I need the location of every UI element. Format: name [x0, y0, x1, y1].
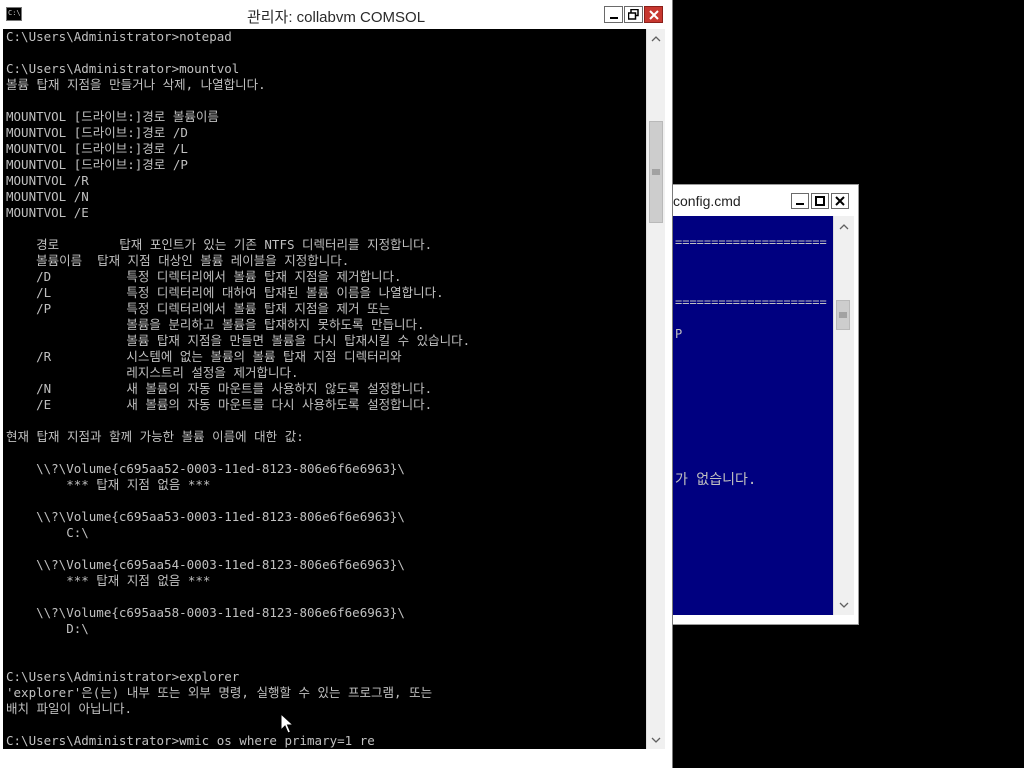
minimize-button[interactable]	[604, 6, 623, 23]
admin-console-window[interactable]: C:\ 관리자: collabvm COMSOL C:\Users\Admini…	[0, 0, 673, 768]
window-bottom-frame	[0, 749, 672, 768]
console-line: 볼륨 탑재 지점을 만들거나 삭제, 나열합니다.	[6, 77, 266, 92]
console-line: MOUNTVOL [드라이브:]경로 볼륨이름	[6, 109, 219, 124]
scroll-thumb[interactable]	[649, 121, 663, 223]
console-line: \\?\Volume{c695aa58-0003-11ed-8123-806e6…	[6, 605, 405, 620]
console-line: \\?\Volume{c695aa54-0003-11ed-8123-806e6…	[6, 557, 405, 572]
scroll-down-button[interactable]	[834, 596, 854, 613]
maximize-button[interactable]	[811, 193, 829, 209]
restore-icon	[628, 9, 639, 20]
console-line: 경로 탑재 포인트가 있는 기존 NTFS 디렉터리를 지정합니다.	[6, 237, 433, 252]
config-cmd-window[interactable]: config.cmd ===================== =======…	[668, 184, 859, 625]
console-line: MOUNTVOL /E	[6, 205, 89, 220]
command-input-line[interactable]: C:\Users\Administrator>wmic os where pri…	[6, 733, 375, 749]
close-button[interactable]	[831, 193, 849, 209]
console-line: /E 새 볼륨의 자동 마운트를 다시 사용하도록 설정합니다.	[6, 397, 433, 412]
console-line: /D 특정 디렉터리에서 볼륨 탑재 지점을 제거합니다.	[6, 269, 402, 284]
console-line: *** 탑재 지점 없음 ***	[6, 573, 211, 588]
console-line: 볼륨을 분리하고 볼륨을 탑재하지 못하도록 만듭니다.	[6, 317, 425, 332]
console-line: MOUNTVOL [드라이브:]경로 /D	[6, 125, 188, 140]
console-line: 가 없습니다.	[675, 472, 757, 488]
console-line: 볼륨 탑재 지점을 만들면 볼륨을 다시 탑재시킬 수 있습니다.	[6, 333, 471, 348]
restore-button[interactable]	[624, 6, 643, 23]
window-title: 관리자: collabvm COMSOL	[246, 9, 426, 26]
console-line: 현재 탑재 지점과 함께 가능한 볼륨 이름에 대한 값:	[6, 429, 304, 444]
console-line: MOUNTVOL /R	[6, 173, 89, 188]
console-line: \\?\Volume{c695aa53-0003-11ed-8123-806e6…	[6, 509, 405, 524]
console-line: MOUNTVOL [드라이브:]경로 /P	[6, 157, 188, 172]
config-cmd-console[interactable]: ===================== ==================…	[672, 216, 833, 615]
console-line: C:\Users\Administrator>explorer	[6, 669, 240, 684]
maximize-icon	[815, 196, 825, 206]
mouse-pointer-icon	[280, 713, 294, 734]
chevron-down-icon	[839, 602, 849, 608]
minimize-icon	[796, 203, 804, 205]
close-icon	[835, 196, 845, 206]
console-line: /N 새 볼륨의 자동 마운트를 사용하지 않도록 설정합니다.	[6, 381, 433, 396]
console-line: 볼륨이름 탑재 지점 대상인 볼륨 레이블을 지정합니다.	[6, 253, 350, 268]
grip-icon	[652, 169, 660, 175]
scroll-up-button[interactable]	[834, 218, 854, 235]
minimize-icon	[609, 16, 618, 19]
scroll-up-button[interactable]	[647, 30, 665, 47]
vertical-scrollbar[interactable]	[833, 216, 854, 615]
console-line: /R 시스템에 없는 볼륨의 볼륨 탑재 지점 디렉터리와	[6, 349, 402, 364]
console-line: C:\Users\Administrator>mountvol	[6, 61, 240, 76]
console-line: C:\	[6, 525, 89, 540]
console-line: \\?\Volume{c695aa52-0003-11ed-8123-806e6…	[6, 461, 405, 476]
scroll-thumb[interactable]	[836, 300, 850, 330]
close-button[interactable]	[644, 6, 663, 23]
admin-console-titlebar[interactable]: C:\ 관리자: collabvm COMSOL	[0, 0, 672, 29]
console-line: =====================	[675, 295, 827, 309]
console-line: D:\	[6, 621, 89, 636]
grip-icon	[839, 312, 847, 318]
console-line: MOUNTVOL /N	[6, 189, 89, 204]
console-line: MOUNTVOL [드라이브:]경로 /L	[6, 141, 188, 156]
console-line: *** 탑재 지점 없음 ***	[6, 477, 211, 492]
console-output[interactable]: C:\Users\Administrator>notepad C:\Users\…	[3, 29, 646, 749]
console-line: =====================	[675, 235, 827, 249]
console-line: 레지스트리 설정을 제거합니다.	[6, 365, 299, 380]
console-line: P	[675, 327, 683, 341]
scroll-down-button[interactable]	[647, 731, 665, 748]
console-line: 'explorer'은(는) 내부 또는 외부 명령, 실행할 수 있는 프로그…	[6, 685, 433, 700]
console-line: /P 특정 디렉터리에서 볼륨 탑재 지점을 제거 또는	[6, 301, 391, 316]
minimize-button[interactable]	[791, 193, 809, 209]
chevron-up-icon	[651, 35, 661, 41]
console-line: /L 특정 디렉터리에 대하여 탑재된 볼륨 이름을 나열합니다.	[6, 285, 444, 300]
close-icon	[648, 9, 659, 20]
config-cmd-title: config.cmd	[673, 193, 741, 209]
vertical-scrollbar[interactable]	[646, 29, 665, 749]
chevron-up-icon	[839, 223, 849, 229]
config-cmd-titlebar[interactable]: config.cmd	[669, 185, 858, 216]
chevron-down-icon	[651, 737, 661, 743]
console-line: C:\Users\Administrator>notepad	[6, 29, 232, 44]
console-line: 배치 파일이 아닙니다.	[6, 701, 133, 716]
